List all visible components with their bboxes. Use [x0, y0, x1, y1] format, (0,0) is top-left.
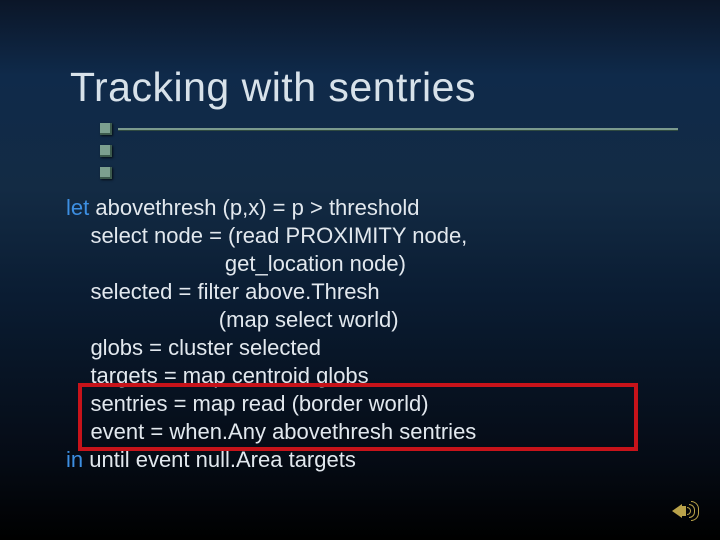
bullet-square-1: [100, 123, 112, 135]
bullet-square-3: [100, 167, 112, 179]
keyword-let: let: [66, 195, 89, 220]
speaker-icon[interactable]: [672, 500, 698, 522]
code-line-2: select node = (read PROXIMITY node,: [66, 223, 467, 248]
code-line-5: (map select world): [66, 307, 399, 332]
highlight-box: [78, 383, 638, 451]
code-line-4: selected = filter above.Thresh: [66, 279, 380, 304]
title-underline: [118, 128, 678, 130]
bullet-square-2: [100, 145, 112, 157]
slide-title: Tracking with sentries: [70, 64, 476, 111]
code-line-1: abovethresh (p,x) = p > threshold: [89, 195, 419, 220]
code-line-3: get_location node): [66, 251, 406, 276]
code-line-6: globs = cluster selected: [66, 335, 321, 360]
